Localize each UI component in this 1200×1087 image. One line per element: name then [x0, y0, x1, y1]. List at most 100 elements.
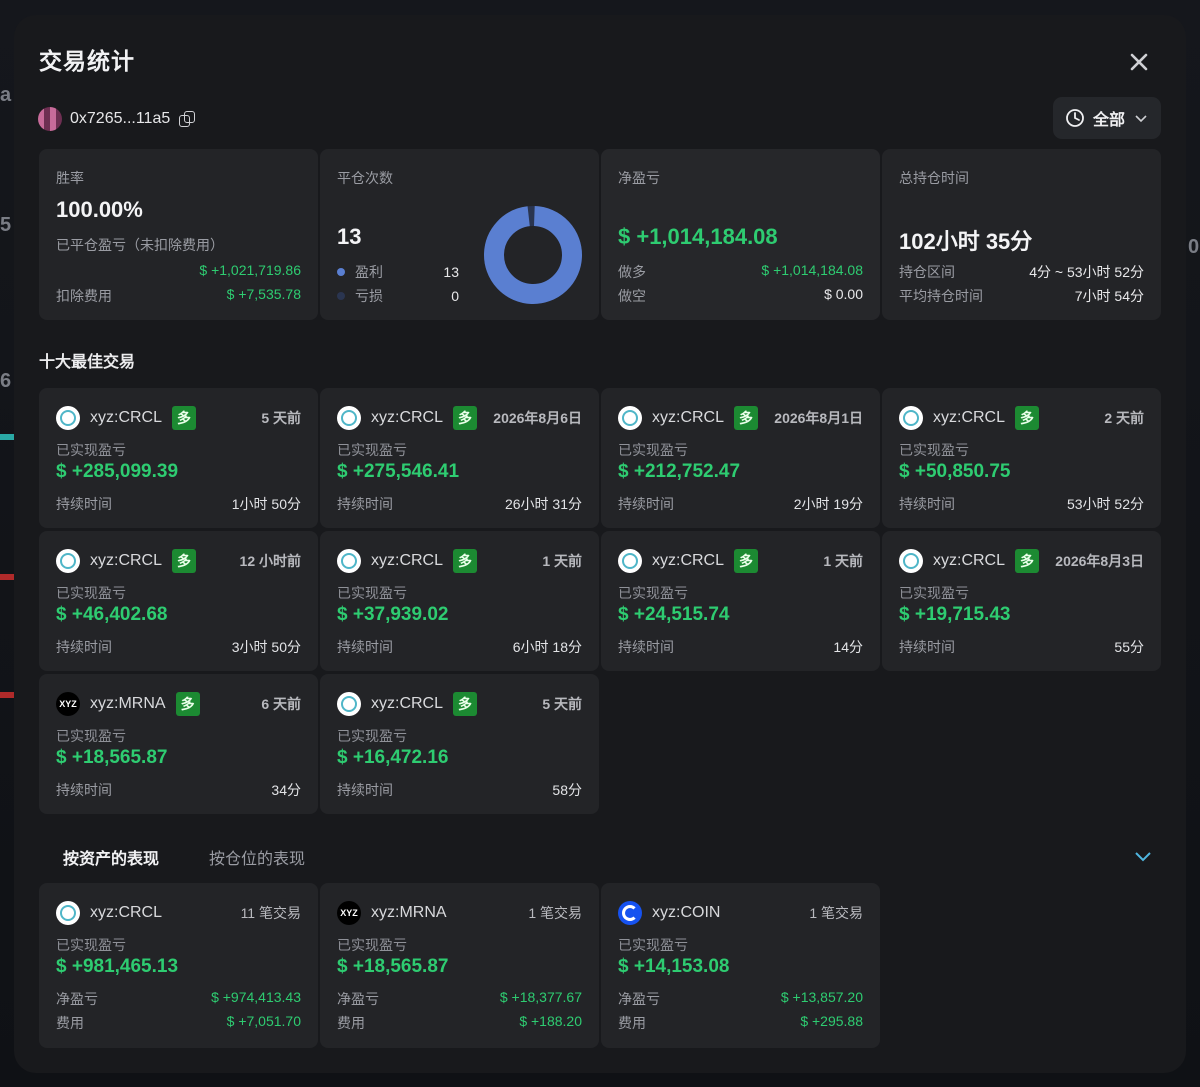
duration-value: 53小时 52分	[1066, 496, 1144, 512]
win-loss-donut	[484, 206, 582, 304]
asset-card[interactable]: XYZ xyz:MRNA 1 笔交易 已实现盈亏 $ +18,565.87 净盈亏 $ +1…	[320, 883, 599, 1048]
trade-time: 12 小时前	[239, 553, 301, 569]
duration-row: 持续时间 3小时 50分	[56, 637, 301, 657]
fee-label: 费用	[56, 1015, 84, 1031]
duration-value: 55分	[1114, 639, 1144, 655]
realized-pnl-label: 已实现盈亏	[618, 585, 688, 601]
crcl-logo-icon	[618, 549, 642, 573]
duration-label: 持续时间	[56, 782, 112, 798]
fee-row: 费用 $ +7,051.70	[56, 1013, 301, 1033]
duration-label: 持续时间	[337, 782, 393, 798]
fees-label: 扣除费用	[56, 288, 112, 304]
tab-by-position[interactable]: 按仓位的表现	[209, 845, 305, 869]
tab-by-asset[interactable]: 按资产的表现	[63, 845, 159, 869]
crcl-logo-icon	[337, 406, 361, 430]
trade-card[interactable]: xyz:CRCL 多 2026年8月3日 已实现盈亏 $ +19,715.43 持续时间 5…	[882, 531, 1161, 671]
close-count-label: 平仓次数	[337, 170, 393, 186]
crcl-logo-icon	[899, 406, 923, 430]
copy-icon[interactable]	[178, 110, 196, 128]
crcl-logo-icon	[618, 406, 642, 430]
realized-pnl-label: 已实现盈亏	[337, 728, 407, 744]
long-value: $ +1,014,184.08	[761, 262, 863, 278]
profit-label: 盈利	[355, 264, 383, 280]
asset-card[interactable]: xyz:CRCL 11 笔交易 已实现盈亏 $ +981,465.13 净盈亏 $ +97…	[39, 883, 318, 1048]
net-pnl-row: 净盈亏 $ +13,857.20	[618, 989, 863, 1009]
time-filter-dropdown[interactable]: 全部	[1053, 97, 1161, 139]
duration-label: 持续时间	[337, 639, 393, 655]
duration-row: 持续时间 53小时 52分	[899, 494, 1144, 514]
trade-count: 11 笔交易	[240, 905, 301, 921]
fee-value: $ +188.20	[519, 1013, 582, 1029]
trade-card[interactable]: xyz:CRCL 多 1 天前 已实现盈亏 $ +37,939.02 持续时间 6小时 18…	[320, 531, 599, 671]
duration-label: 持续时间	[56, 639, 112, 655]
duration-value: 14分	[833, 639, 863, 655]
duration-label: 持续时间	[56, 496, 112, 512]
trade-symbol: xyz:CRCL	[371, 695, 444, 712]
realized-pnl-label: 已实现盈亏	[899, 585, 969, 601]
background-fragment	[0, 434, 14, 440]
duration-label: 持续时间	[899, 496, 955, 512]
trade-card-header: XYZ xyz:MRNA 多 6 天前	[56, 691, 301, 717]
asset-symbol: xyz:CRCL	[90, 904, 163, 921]
trade-card[interactable]: xyz:CRCL 多 1 天前 已实现盈亏 $ +24,515.74 持续时间 14分	[601, 531, 880, 671]
asset-symbol: xyz:MRNA	[371, 904, 447, 921]
trade-card[interactable]: xyz:CRCL 多 5 天前 已实现盈亏 $ +285,099.39 持续时间 1小时 5…	[39, 388, 318, 528]
hold-time-card: 总持仓时间 102小时 35分 持仓区间 4分 ~ 53小时 52分 平均持仓时…	[882, 149, 1161, 320]
collapse-toggle[interactable]	[1132, 845, 1154, 867]
realized-pnl-value: $ +285,099.39	[56, 461, 179, 482]
close-button[interactable]	[1124, 47, 1154, 77]
hold-range-row: 持仓区间 4分 ~ 53小时 52分	[899, 262, 1144, 282]
realized-pnl-label: 已实现盈亏	[337, 585, 407, 601]
realized-pnl-value: $ +981,465.13	[56, 956, 179, 977]
duration-row: 持续时间 34分	[56, 780, 301, 800]
trade-time: 2026年8月1日	[774, 410, 863, 426]
realized-pnl-label: 已实现盈亏	[56, 442, 126, 458]
trade-card[interactable]: xyz:CRCL 多 2 天前 已实现盈亏 $ +50,850.75 持续时间 53小时 5…	[882, 388, 1161, 528]
top-trades-title: 十大最佳交易	[39, 354, 136, 371]
trade-symbol: xyz:MRNA	[90, 695, 166, 712]
background-fragment	[0, 692, 14, 698]
trade-card[interactable]: xyz:CRCL 多 5 天前 已实现盈亏 $ +16,472.16 持续时间 58分	[320, 674, 599, 814]
closed-pnl-label: 已平仓盈亏（未扣除费用）	[56, 237, 224, 253]
long-badge: 多	[175, 692, 200, 716]
short-row: 做空 $ 0.00	[618, 286, 863, 306]
long-badge: 多	[453, 692, 478, 716]
long-label: 做多	[618, 264, 646, 280]
realized-pnl-label: 已实现盈亏	[337, 442, 407, 458]
crcl-logo-icon	[56, 406, 80, 430]
duration-row: 持续时间 1小时 50分	[56, 494, 301, 514]
modal-title: 交易统计	[39, 48, 135, 74]
realized-pnl-label: 已实现盈亏	[618, 937, 688, 953]
realized-pnl-label: 已实现盈亏	[618, 442, 688, 458]
trade-symbol: xyz:CRCL	[652, 552, 725, 569]
fee-value: $ +295.88	[800, 1013, 863, 1029]
trade-time: 6 天前	[261, 696, 301, 712]
long-badge: 多	[453, 406, 478, 430]
trade-symbol: xyz:CRCL	[933, 409, 1006, 426]
trade-time: 5 天前	[261, 410, 301, 426]
net-pnl-label: 净盈亏	[618, 991, 660, 1007]
realized-pnl-label: 已实现盈亏	[56, 585, 126, 601]
fee-row: 费用 $ +295.88	[618, 1013, 863, 1033]
long-row: 做多 $ +1,014,184.08	[618, 262, 863, 282]
duration-row: 持续时间 14分	[618, 637, 863, 657]
background-fragment: 0	[1188, 236, 1200, 258]
fee-row: 费用 $ +188.20	[337, 1013, 582, 1033]
wallet-address-row: 0x7265...11a5	[38, 107, 196, 131]
trade-card[interactable]: xyz:CRCL 多 2026年8月6日 已实现盈亏 $ +275,546.41 持续时间…	[320, 388, 599, 528]
asset-card[interactable]: xyz:COIN 1 笔交易 已实现盈亏 $ +14,153.08 净盈亏 $ +13,8…	[601, 883, 880, 1048]
trade-card[interactable]: XYZ xyz:MRNA 多 6 天前 已实现盈亏 $ +18,565.87 持续时间 34分	[39, 674, 318, 814]
duration-row: 持续时间 6小时 18分	[337, 637, 582, 657]
duration-value: 34分	[271, 782, 301, 798]
duration-value: 2小时 19分	[793, 496, 863, 512]
trade-card[interactable]: xyz:CRCL 多 12 小时前 已实现盈亏 $ +46,402.68 持续时间 3小时 …	[39, 531, 318, 671]
trade-card[interactable]: xyz:CRCL 多 2026年8月1日 已实现盈亏 $ +212,752.47 持续时间…	[601, 388, 880, 528]
realized-pnl-label: 已实现盈亏	[337, 937, 407, 953]
close-icon	[1130, 53, 1148, 71]
long-badge: 多	[734, 549, 759, 573]
loss-dot	[337, 292, 345, 300]
realized-pnl-value: $ +18,565.87	[56, 747, 168, 768]
hold-time-value: 102小时 35分	[899, 229, 1033, 254]
trade-time: 5 天前	[542, 696, 582, 712]
loss-label: 亏损	[355, 288, 383, 304]
